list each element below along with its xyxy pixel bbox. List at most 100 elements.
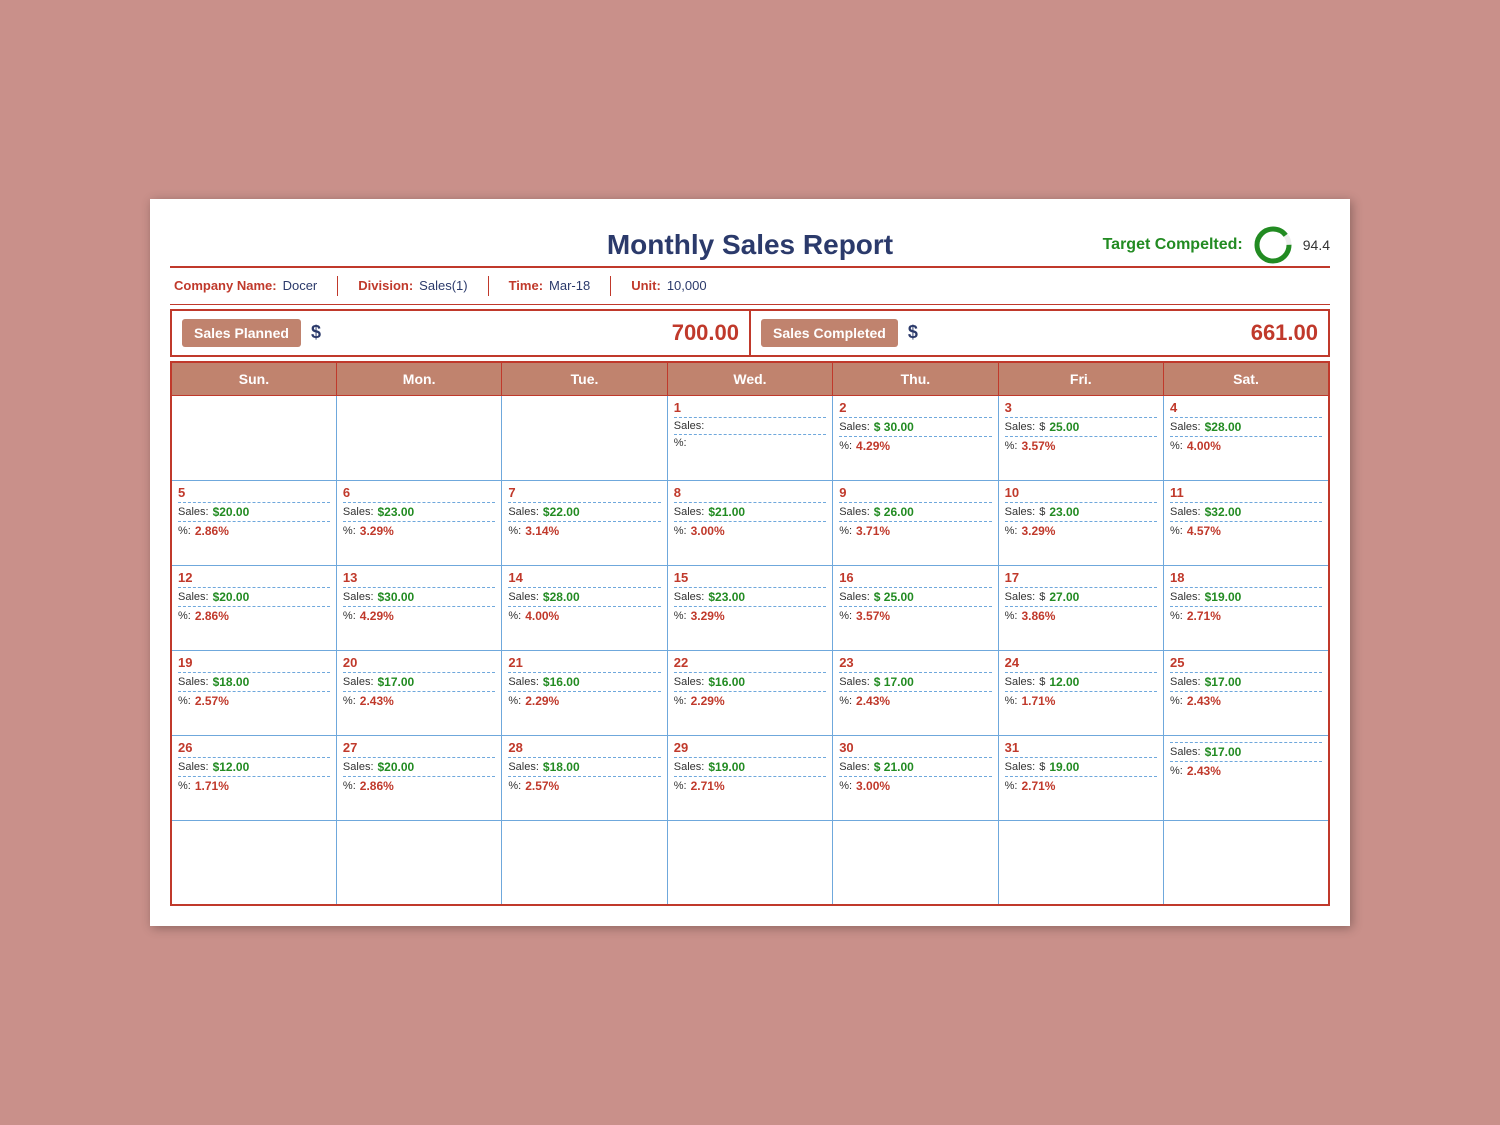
day-sales-row: Sales: $22.00	[508, 505, 660, 519]
pct-value: 2.43%	[856, 694, 890, 708]
pct-value: 2.71%	[1021, 779, 1055, 793]
pct-label: %:	[674, 695, 687, 707]
calendar-day	[1164, 820, 1329, 905]
day-line-2	[839, 436, 991, 437]
day-line	[1170, 417, 1322, 418]
completed-label: Sales Completed	[761, 319, 898, 347]
day-line	[508, 757, 660, 758]
calendar-day: 27 Sales: $20.00 %: 2.86%	[336, 735, 501, 820]
day-number: 22	[674, 655, 826, 670]
sales-label: Sales:	[839, 591, 870, 603]
day-line-2	[674, 606, 826, 607]
calendar-day: 15 Sales: $23.00 %: 3.29%	[667, 565, 832, 650]
pct-label: %:	[674, 610, 687, 622]
sales-value: 19.00	[1049, 760, 1079, 774]
calendar-day: 7 Sales: $22.00 %: 3.14%	[502, 480, 667, 565]
pct-value: 3.71%	[856, 524, 890, 538]
sales-label: Sales:	[508, 761, 539, 773]
day-line-2	[674, 521, 826, 522]
planned-amount: 700.00	[672, 320, 739, 346]
day-number: 14	[508, 570, 660, 585]
sales-label: Sales:	[1170, 421, 1201, 433]
pct-value: 3.00%	[856, 779, 890, 793]
day-line	[178, 502, 330, 503]
day-pct-row: %: 4.29%	[839, 439, 991, 453]
day-line	[674, 417, 826, 418]
sales-label: Sales:	[1170, 506, 1201, 518]
dollar-prefix: $	[1039, 761, 1045, 773]
division-label: Division:	[358, 278, 413, 293]
sales-value: $30.00	[378, 590, 415, 604]
pct-value: 2.43%	[360, 694, 394, 708]
day-sales-row: Sales: $ 19.00	[1005, 760, 1157, 774]
day-pct-row: %:	[674, 437, 826, 449]
pct-value: 1.71%	[195, 779, 229, 793]
calendar-week-5: 26 Sales: $12.00 %: 1.71% 27 Sales: $20.…	[171, 735, 1329, 820]
day-number: 4	[1170, 400, 1322, 415]
day-sales-row: Sales: $ 25.00	[1005, 420, 1157, 434]
info-sep-3	[610, 276, 611, 296]
sales-value: $12.00	[213, 760, 250, 774]
sales-value: $18.00	[543, 760, 580, 774]
sales-value: $17.00	[1205, 745, 1242, 759]
day-number: 23	[839, 655, 991, 670]
day-line-2	[178, 776, 330, 777]
calendar-day: 14 Sales: $28.00 %: 4.00%	[502, 565, 667, 650]
day-pct-row: %: 2.57%	[178, 694, 330, 708]
pct-value: 4.57%	[1187, 524, 1221, 538]
day-pct-row: %: 2.86%	[178, 609, 330, 623]
day-line	[674, 672, 826, 673]
day-sales-row: Sales: $20.00	[178, 505, 330, 519]
pct-value: 3.57%	[1021, 439, 1055, 453]
unit-info: Unit: 10,000	[631, 278, 706, 293]
pct-label: %:	[1170, 440, 1183, 452]
division-info: Division: Sales(1)	[358, 278, 467, 293]
day-line	[1170, 742, 1322, 743]
day-sales-row: Sales: $28.00	[1170, 420, 1322, 434]
pct-value: 4.29%	[360, 609, 394, 623]
col-wed: Wed.	[667, 362, 832, 396]
sales-label: Sales:	[178, 506, 209, 518]
calendar-header-row: Sun. Mon. Tue. Wed. Thu. Fri. Sat.	[171, 362, 1329, 396]
info-bar: Company Name: Docer Division: Sales(1) T…	[170, 266, 1330, 305]
calendar-day: 25 Sales: $17.00 %: 2.43%	[1164, 650, 1329, 735]
info-sep-2	[488, 276, 489, 296]
sales-value: 27.00	[1049, 590, 1079, 604]
day-pct-row: %: 3.57%	[1005, 439, 1157, 453]
time-label: Time:	[509, 278, 543, 293]
day-sales-row: Sales: $17.00	[1170, 745, 1322, 759]
day-number: 31	[1005, 740, 1157, 755]
calendar-day: 20 Sales: $17.00 %: 2.43%	[336, 650, 501, 735]
target-label: Target Compelted:	[1103, 236, 1243, 254]
pct-value: 2.86%	[360, 779, 394, 793]
day-line	[1170, 587, 1322, 588]
day-pct-row: %: 2.29%	[674, 694, 826, 708]
day-pct-row: %: 4.00%	[508, 609, 660, 623]
day-number: 21	[508, 655, 660, 670]
sales-value: $16.00	[543, 675, 580, 689]
day-line-2	[178, 521, 330, 522]
pct-label: %:	[839, 440, 852, 452]
day-number: 10	[1005, 485, 1157, 500]
calendar-day: 16 Sales: $ 25.00 %: 3.57%	[833, 565, 998, 650]
company-value: Docer	[283, 278, 318, 293]
day-line-2	[178, 691, 330, 692]
sales-value: $23.00	[708, 590, 745, 604]
sales-value: $ 30.00	[874, 420, 914, 434]
sales-label: Sales:	[508, 506, 539, 518]
sales-label: Sales:	[674, 676, 705, 688]
calendar-day	[171, 395, 336, 480]
pct-label: %:	[178, 525, 191, 537]
day-number: 29	[674, 740, 826, 755]
day-sales-row: Sales:	[674, 420, 826, 432]
day-line	[674, 757, 826, 758]
sales-label: Sales:	[178, 591, 209, 603]
calendar-day: 1 Sales: %:	[667, 395, 832, 480]
day-number: 26	[178, 740, 330, 755]
day-pct-row: %: 3.86%	[1005, 609, 1157, 623]
day-pct-row: %: 2.43%	[1170, 694, 1322, 708]
pct-value: 3.29%	[1021, 524, 1055, 538]
calendar-day	[502, 395, 667, 480]
day-number: 20	[343, 655, 495, 670]
pct-label: %:	[1005, 525, 1018, 537]
